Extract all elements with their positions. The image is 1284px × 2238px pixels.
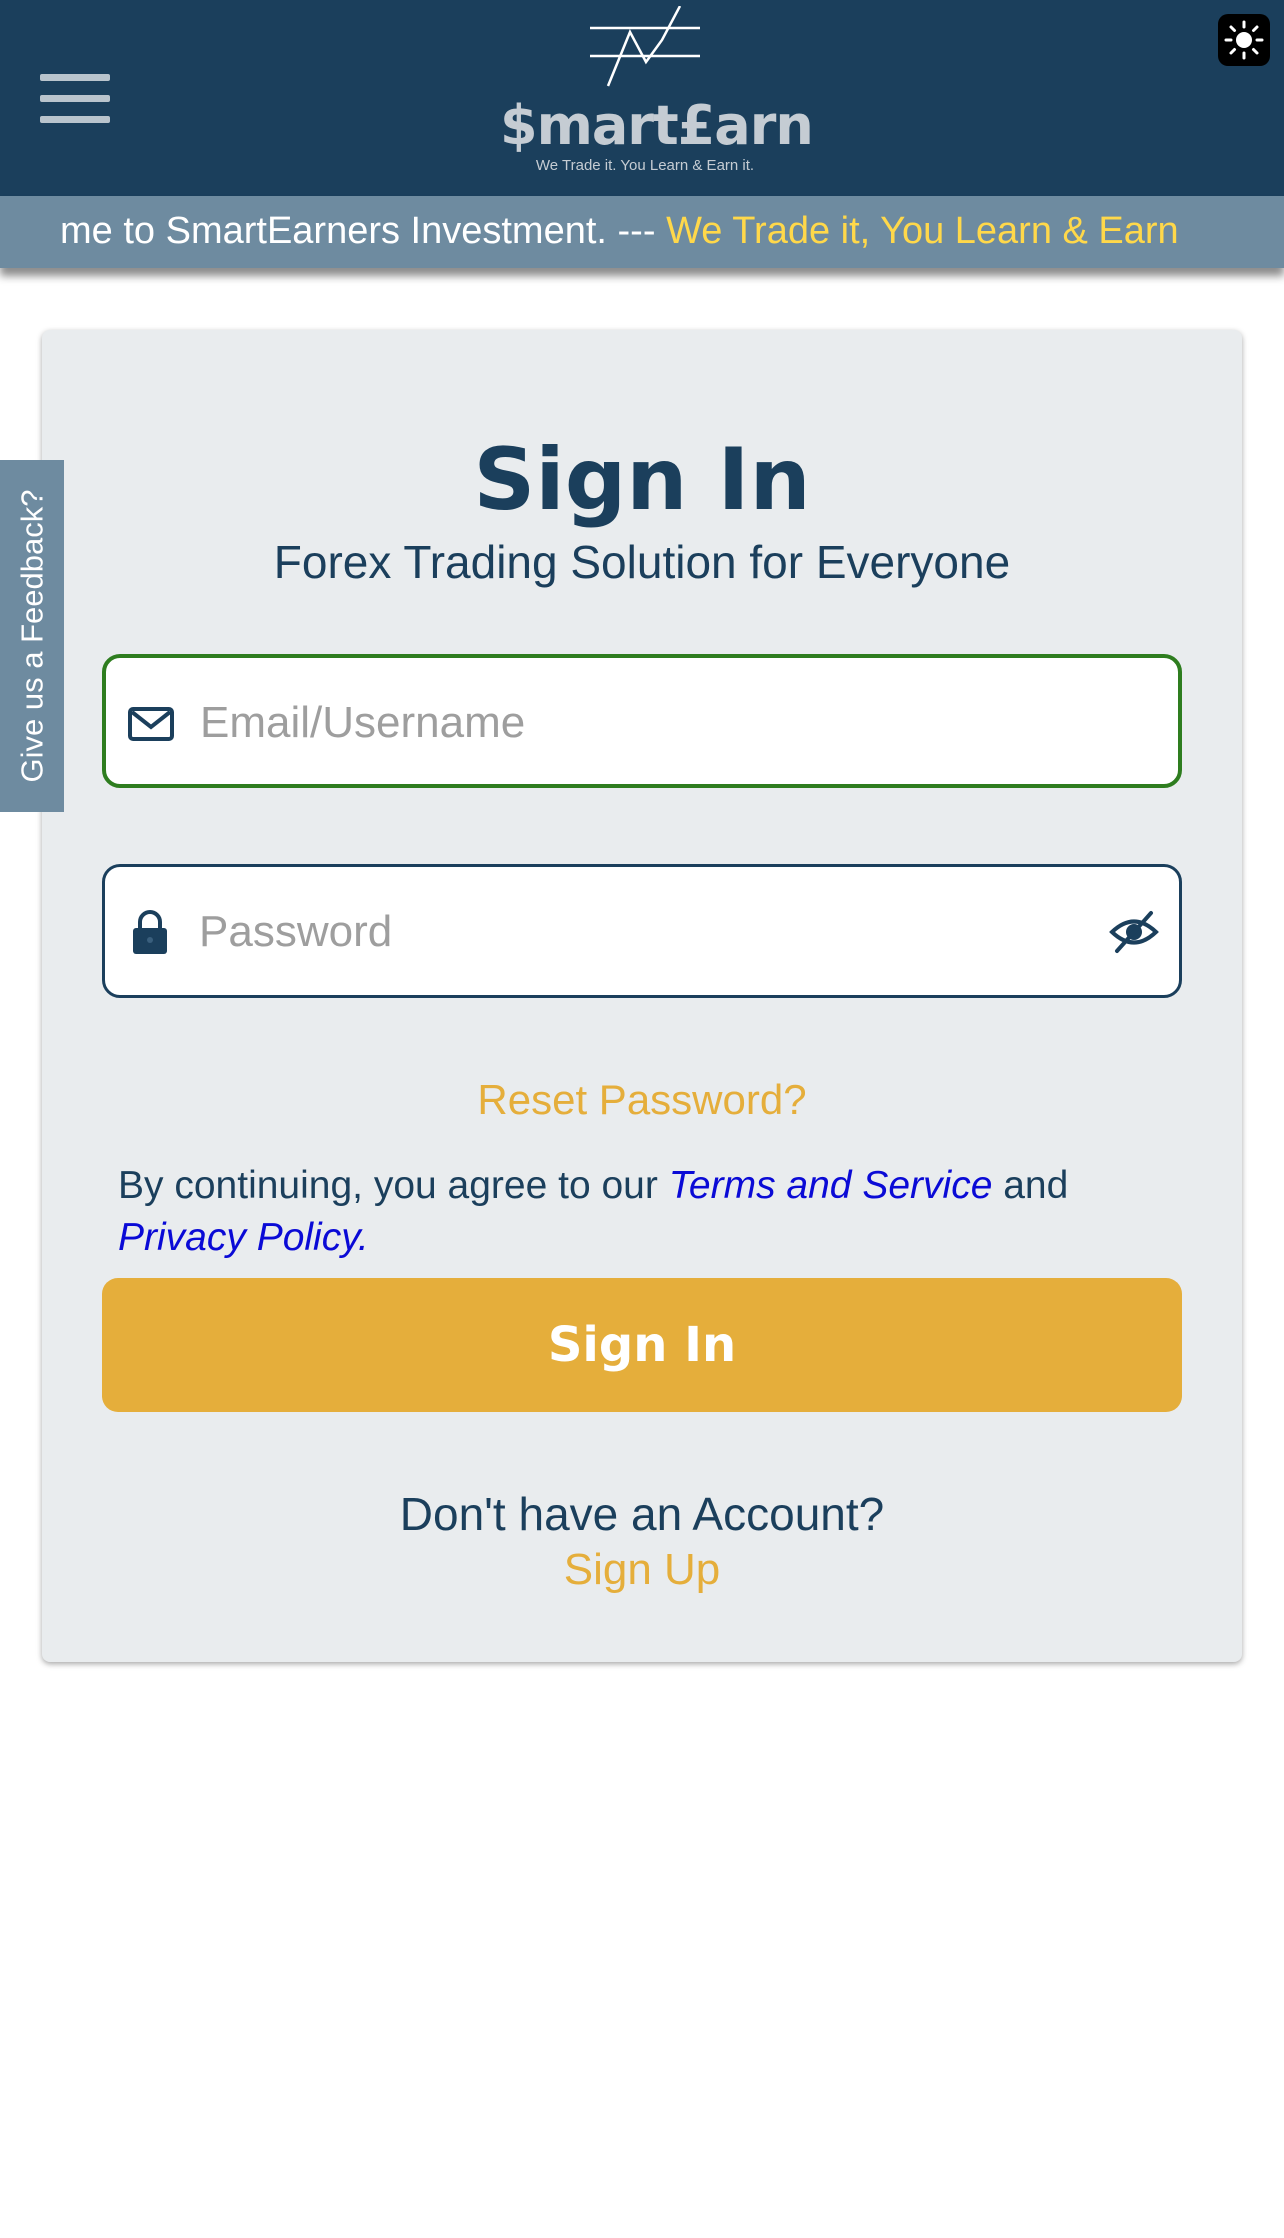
sign-in-button[interactable]: Sign In (102, 1278, 1182, 1412)
page: $mart£arn We Trade it. You Learn & Earn … (0, 0, 1284, 2238)
password-field[interactable] (102, 864, 1182, 998)
password-input[interactable] (199, 887, 1079, 977)
terms-notice: By continuing, you agree to our Terms an… (118, 1160, 1178, 1264)
no-account-text: Don't have an Account? (399, 1488, 885, 1540)
announcement-ticker: me to SmartEarners Investment. --- We Tr… (0, 196, 1284, 268)
privacy-policy-link[interactable]: Privacy Policy. (118, 1216, 369, 1259)
page-title: Sign In (473, 430, 811, 530)
email-input[interactable] (200, 678, 1080, 768)
logo-tagline: We Trade it. You Learn & Earn it. (535, 157, 755, 174)
feedback-tab-label: Give us a Feedback? (14, 489, 50, 783)
page-subtitle: Forex Trading Solution for Everyone (273, 536, 1011, 588)
feedback-tab[interactable]: Give us a Feedback? (0, 460, 64, 812)
sign-up-link[interactable]: Sign Up (42, 1542, 1242, 1598)
mail-icon (128, 707, 174, 741)
terms-of-service-link[interactable]: Terms and Service (669, 1164, 993, 1207)
logo-chart-mark-icon (590, 6, 700, 87)
logo-text: $mart£arn (500, 94, 814, 157)
eye-slash-icon[interactable] (1109, 909, 1159, 955)
brand-logo[interactable]: $mart£arn We Trade it. You Learn & Earn … (500, 0, 814, 180)
email-field[interactable] (102, 654, 1182, 788)
lock-icon (133, 910, 167, 954)
terms-prefix: By continuing, you agree to our (118, 1164, 669, 1207)
hamburger-menu-icon[interactable] (40, 74, 110, 124)
sun-icon[interactable] (1218, 14, 1270, 66)
signin-card: Sign In Forex Trading Solution for Every… (42, 330, 1242, 1662)
reset-password-link[interactable]: Reset Password? (42, 1070, 1242, 1130)
ticker-text: me to SmartEarners Investment. --- (60, 210, 667, 252)
terms-middle: and (992, 1164, 1069, 1207)
ticker-highlight-text: We Trade it, You Learn & Earn (666, 210, 1179, 252)
top-header: $mart£arn We Trade it. You Learn & Earn … (0, 0, 1284, 196)
